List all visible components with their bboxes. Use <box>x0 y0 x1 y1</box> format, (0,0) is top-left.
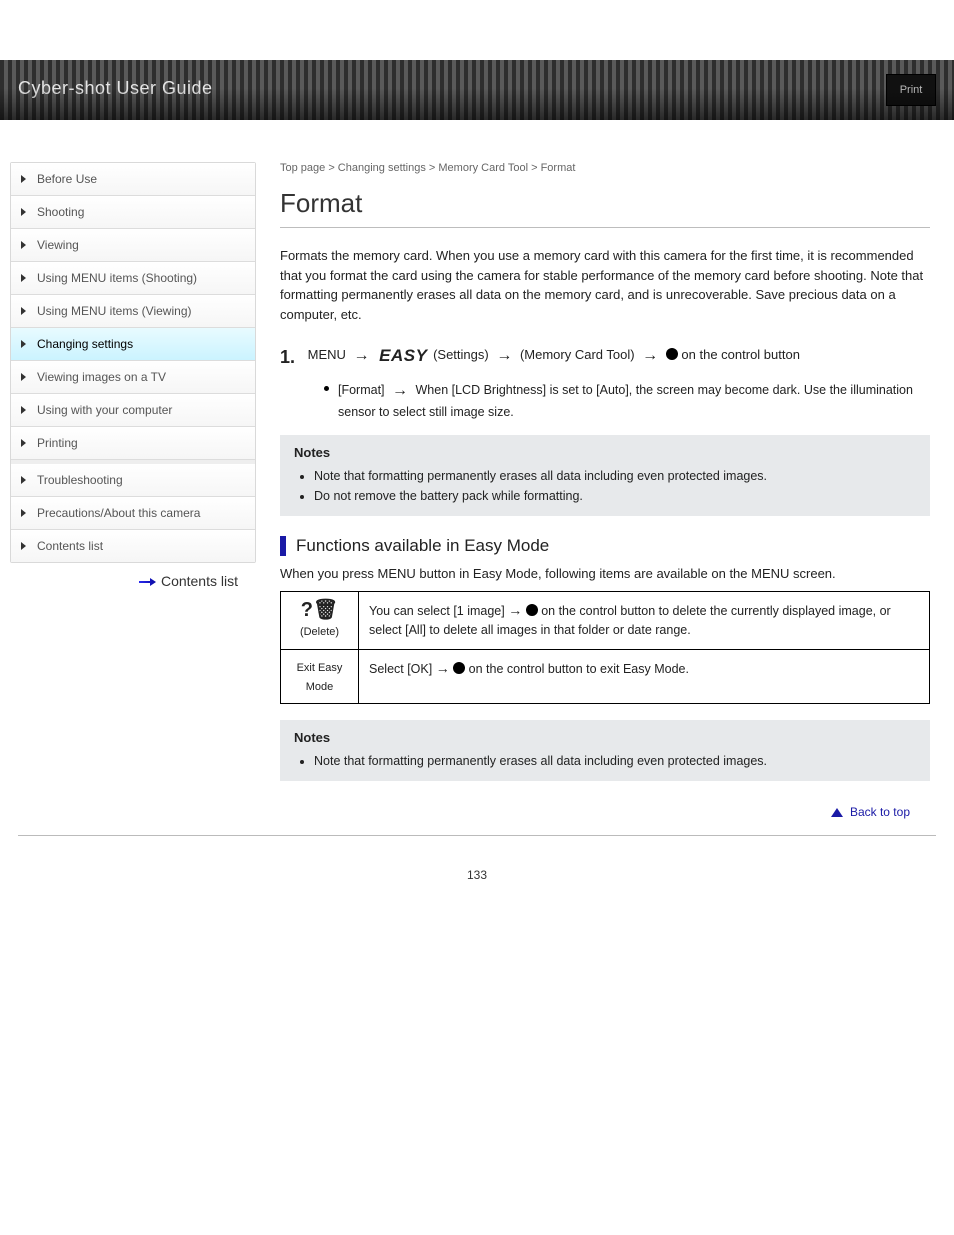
sub-bullet-item: [Format] → When [LCD Brightness] is set … <box>324 379 930 422</box>
cell-desc: Select [OK] → on the control button to e… <box>359 649 930 704</box>
step-text: When [LCD Brightness] is set to [Auto], … <box>338 383 913 419</box>
back-to-top-link[interactable]: Back to top <box>850 805 910 819</box>
nav-tv[interactable]: Viewing images on a TV <box>11 361 255 394</box>
guide-title: Cyber-shot User Guide <box>18 78 213 99</box>
nav-precautions[interactable]: Precautions/About this camera <box>11 497 255 530</box>
step-text: (Settings) <box>433 347 492 362</box>
nav-label: Using with your computer <box>37 403 172 417</box>
step-sub-bullets: [Format] → When [LCD Brightness] is set … <box>280 379 930 422</box>
main-content: Top page > Changing settings > Memory Ca… <box>280 162 936 819</box>
top-bar: Cyber-shot User Guide Print <box>0 60 954 120</box>
sidebar-nav: Before Use Shooting Viewing Using MENU i… <box>10 162 256 563</box>
step-number: 1. <box>280 342 304 373</box>
section-paragraph: When you press MENU button in Easy Mode,… <box>280 566 930 581</box>
note-item: Note that formatting permanently erases … <box>314 466 916 486</box>
arrow-right-icon <box>139 574 157 590</box>
nav-changing-settings[interactable]: Changing settings <box>11 328 255 361</box>
delete-icon: ?🗑 <box>301 599 339 621</box>
nav-computer[interactable]: Using with your computer <box>11 394 255 427</box>
title-rule <box>280 227 930 228</box>
nav-label: Viewing images on a TV <box>37 370 166 384</box>
triangle-up-icon <box>831 808 843 817</box>
nav-label: Precautions/About this camera <box>37 506 200 520</box>
nav-label: Printing <box>37 436 78 450</box>
cell-label: (Delete) <box>300 626 339 638</box>
nav-label: Troubleshooting <box>37 473 123 487</box>
nav-label: Using MENU items (Shooting) <box>37 271 197 285</box>
cell-icon: Exit Easy Mode <box>281 649 359 704</box>
content-container: Before Use Shooting Viewing Using MENU i… <box>0 120 954 829</box>
chevron-right-icon <box>21 241 26 249</box>
cell-desc: You can select [1 image] → on the contro… <box>359 592 930 650</box>
nav-label: Changing settings <box>37 337 133 351</box>
nav-menu-shooting[interactable]: Using MENU items (Shooting) <box>11 262 255 295</box>
note-item: Note that formatting permanently erases … <box>314 751 916 771</box>
cell-text: on the control button to exit Easy Mode. <box>469 662 689 676</box>
page-title: Format <box>280 188 930 219</box>
nav-label: Contents list <box>37 539 103 553</box>
step-text: (Memory Card Tool) <box>520 347 638 362</box>
contents-link-row: Contents list <box>10 563 256 590</box>
step-text: on the control button <box>681 347 800 362</box>
nav-troubleshooting[interactable]: Troubleshooting <box>11 460 255 497</box>
chevron-right-icon <box>21 373 26 381</box>
note-item: Do not remove the battery pack while for… <box>314 486 916 506</box>
notes-box: Notes Note that formatting permanently e… <box>280 435 930 516</box>
step-text: MENU <box>308 347 350 362</box>
cell-text: Select [OK] <box>369 662 436 676</box>
sidebar-column: Before Use Shooting Viewing Using MENU i… <box>10 162 256 590</box>
chevron-right-icon <box>21 175 26 183</box>
arrow-right-icon: → <box>350 347 374 364</box>
chevron-right-icon <box>21 340 26 348</box>
notes-list: Note that formatting permanently erases … <box>294 751 916 771</box>
chevron-right-icon <box>21 542 26 550</box>
cell-text: You can select [1 image] <box>369 604 508 618</box>
arrow-right-icon: → <box>388 382 412 399</box>
notes-heading: Notes <box>294 445 916 460</box>
control-center-icon <box>666 348 678 360</box>
arrow-right-icon: → <box>492 347 516 364</box>
nav-label: Shooting <box>37 205 84 219</box>
table-row: ?🗑 (Delete) You can select [1 image] → o… <box>281 592 930 650</box>
contents-list-link[interactable]: Contents list <box>161 573 238 589</box>
control-center-icon <box>453 662 465 674</box>
chevron-right-icon <box>21 274 26 282</box>
nav-before-use[interactable]: Before Use <box>11 163 255 196</box>
chevron-right-icon <box>21 476 26 484</box>
notes-box-2: Notes Note that formatting permanently e… <box>280 720 930 781</box>
easy-mode-icon: EASY <box>377 342 429 371</box>
notes-heading: Notes <box>294 730 916 745</box>
chevron-right-icon <box>21 509 26 517</box>
nav-shooting[interactable]: Shooting <box>11 196 255 229</box>
nav-contents-list[interactable]: Contents list <box>11 530 255 562</box>
cell-label: Exit Easy Mode <box>297 662 343 693</box>
control-center-icon <box>526 604 538 616</box>
back-to-top: Back to top <box>280 801 930 819</box>
page-number: 133 <box>0 836 954 888</box>
arrow-right-icon: → <box>436 660 450 676</box>
chevron-right-icon <box>21 406 26 414</box>
lead-paragraph: Formats the memory card. When you use a … <box>280 246 930 324</box>
step-body: MENU → EASY (Settings) → (Memory Card To… <box>308 342 928 371</box>
nav-printing[interactable]: Printing <box>11 427 255 460</box>
nav-label: Viewing <box>37 238 79 252</box>
arrow-right-icon: → <box>508 602 522 618</box>
notes-list: Note that formatting permanently erases … <box>294 466 916 506</box>
table-row: Exit Easy Mode Select [OK] → on the cont… <box>281 649 930 704</box>
chevron-right-icon <box>21 439 26 447</box>
chevron-right-icon <box>21 307 26 315</box>
arrow-right-icon: → <box>638 347 662 364</box>
chevron-right-icon <box>21 208 26 216</box>
nav-viewing[interactable]: Viewing <box>11 229 255 262</box>
modes-table: ?🗑 (Delete) You can select [1 image] → o… <box>280 591 930 704</box>
breadcrumb: Top page > Changing settings > Memory Ca… <box>280 162 930 174</box>
step-1: 1. MENU → EASY (Settings) → (Memory Card… <box>280 342 930 373</box>
step-text: [Format] <box>338 383 388 397</box>
nav-menu-viewing[interactable]: Using MENU items (Viewing) <box>11 295 255 328</box>
nav-label: Using MENU items (Viewing) <box>37 304 191 318</box>
print-button[interactable]: Print <box>886 74 936 106</box>
section-heading: Functions available in Easy Mode <box>280 536 930 556</box>
nav-label: Before Use <box>37 172 97 186</box>
cell-icon: ?🗑 (Delete) <box>281 592 359 650</box>
